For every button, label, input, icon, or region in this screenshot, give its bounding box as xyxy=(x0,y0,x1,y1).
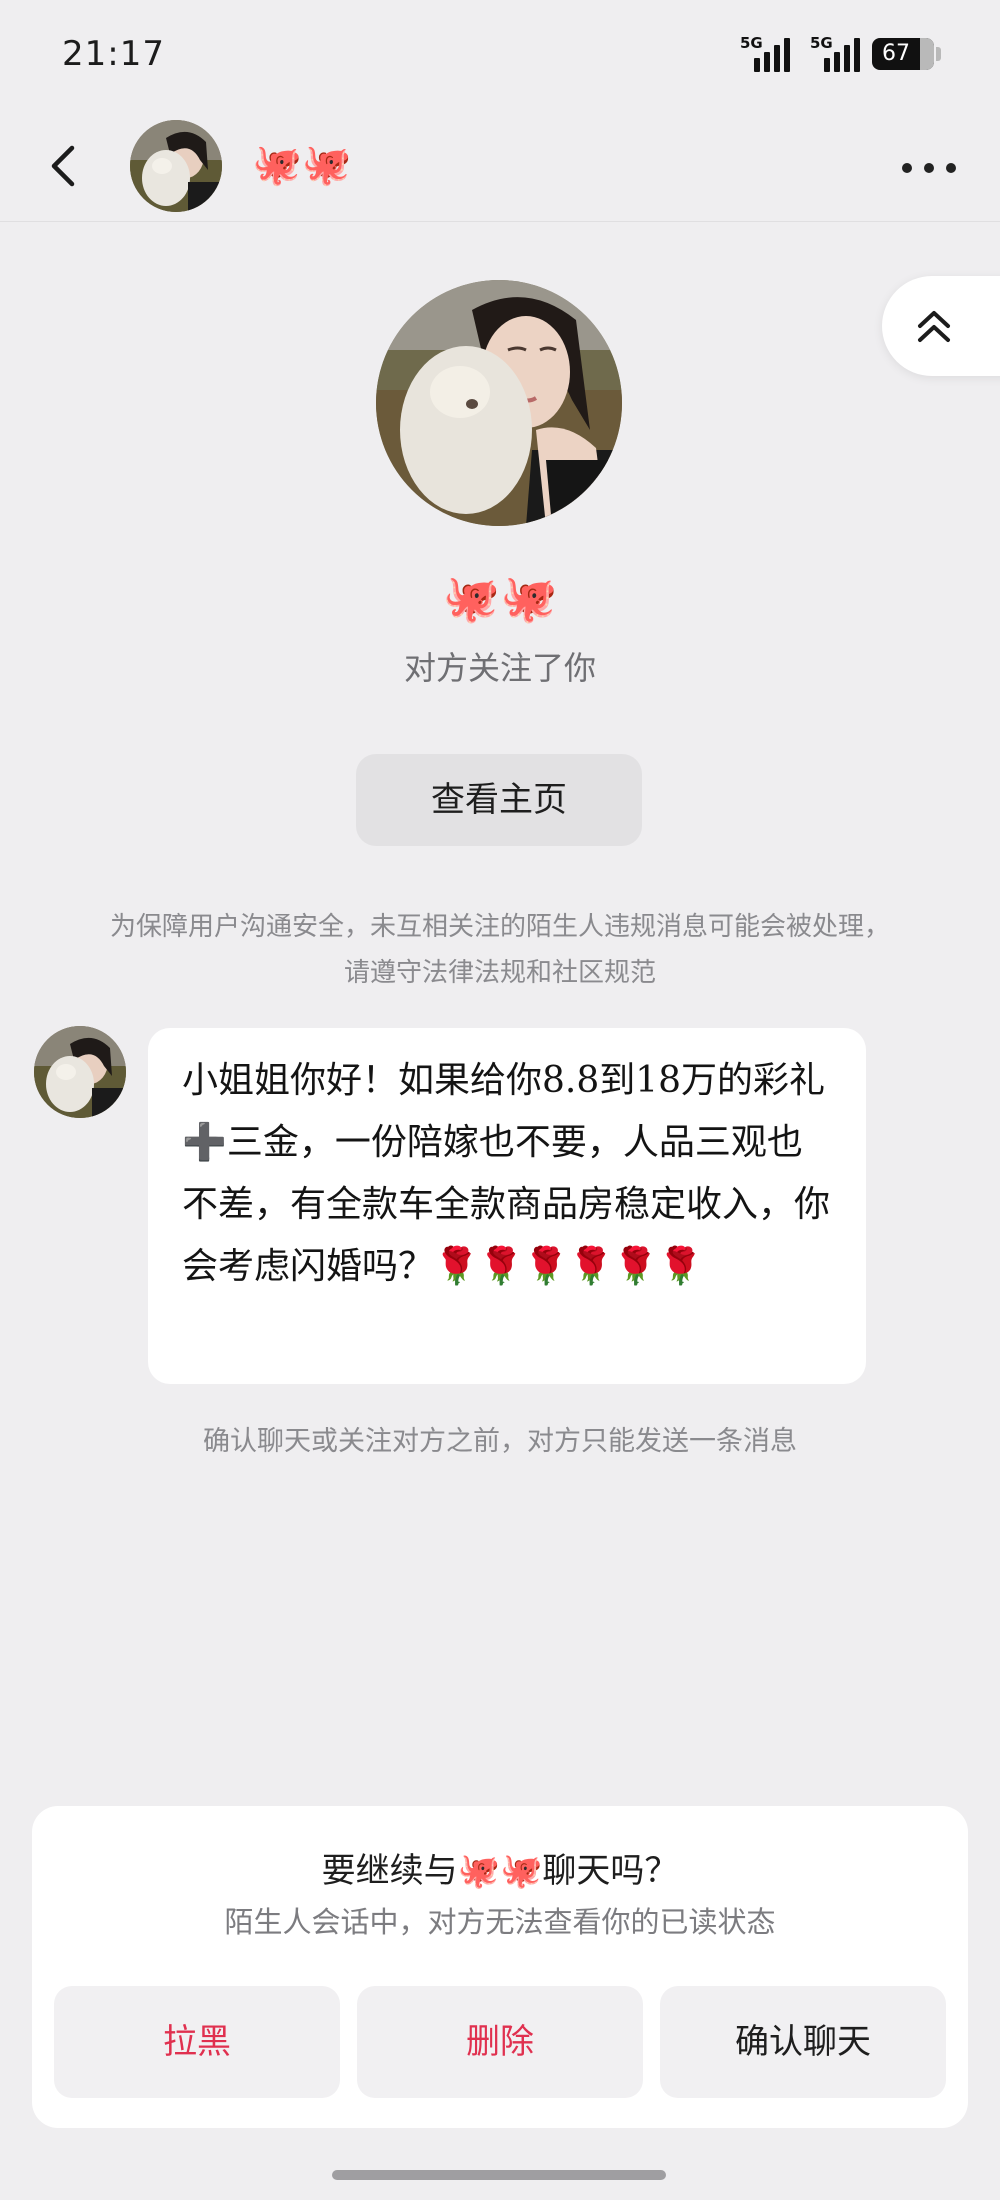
delete-button[interactable]: 删除 xyxy=(357,1986,643,2098)
back-arrow-icon xyxy=(51,145,75,187)
status-time: 21:17 xyxy=(62,34,165,74)
message-limit-notice: 确认聊天或关注对方之前，对方只能发送一条消息 xyxy=(203,1426,797,1457)
confirm-chat-panel: 要继续与🐙🐙聊天吗？ 陌生人会话中，对方无法查看你的已读状态 拉黑 删除 确认聊… xyxy=(32,1806,968,2128)
home-indicator[interactable] xyxy=(332,2170,666,2180)
profile-name: 🐙🐙 xyxy=(442,571,558,625)
view-profile-button[interactable]: 查看主页 xyxy=(356,754,642,846)
safety-notice: 为保障用户沟通安全，未互相关注的陌生人违规消息可能会被处理，请遵守法律法规和社区… xyxy=(110,912,891,988)
status-bar: 21:17 5G 5G 67 xyxy=(0,0,1000,110)
battery-icon: 67 xyxy=(872,38,934,70)
confirm-subtitle: 陌生人会话中，对方无法查看你的已读状态 xyxy=(224,1905,776,1939)
back-button[interactable] xyxy=(36,138,92,194)
scroll-up-button[interactable] xyxy=(882,276,1000,376)
profile-avatar[interactable] xyxy=(376,280,622,526)
battery-level: 67 xyxy=(882,41,910,66)
confirm-title: 要继续与🐙🐙聊天吗？ xyxy=(321,1851,679,1891)
contact-avatar[interactable] xyxy=(130,120,222,212)
signal-icon: 5G xyxy=(740,34,794,72)
chat-header: 🐙🐙 xyxy=(0,110,1000,222)
follow-status: 对方关注了你 xyxy=(403,649,596,687)
double-chevron-up-icon xyxy=(918,311,950,342)
message-sender-avatar[interactable] xyxy=(34,1026,126,1118)
confirm-title-name: 🐙🐙 xyxy=(457,1851,543,1891)
contact-name[interactable]: 🐙🐙 xyxy=(252,140,352,190)
message-bubble[interactable]: 小姐姐你好！如果给你8.8到18万的彩礼➕三金，一份陪嫁也不要，人品三观也不差，… xyxy=(148,1028,866,1384)
signal-icon: 5G xyxy=(810,34,864,72)
confirm-chat-button[interactable]: 确认聊天 xyxy=(660,1986,946,2098)
more-button[interactable] xyxy=(894,138,964,194)
block-button[interactable]: 拉黑 xyxy=(54,1986,340,2098)
